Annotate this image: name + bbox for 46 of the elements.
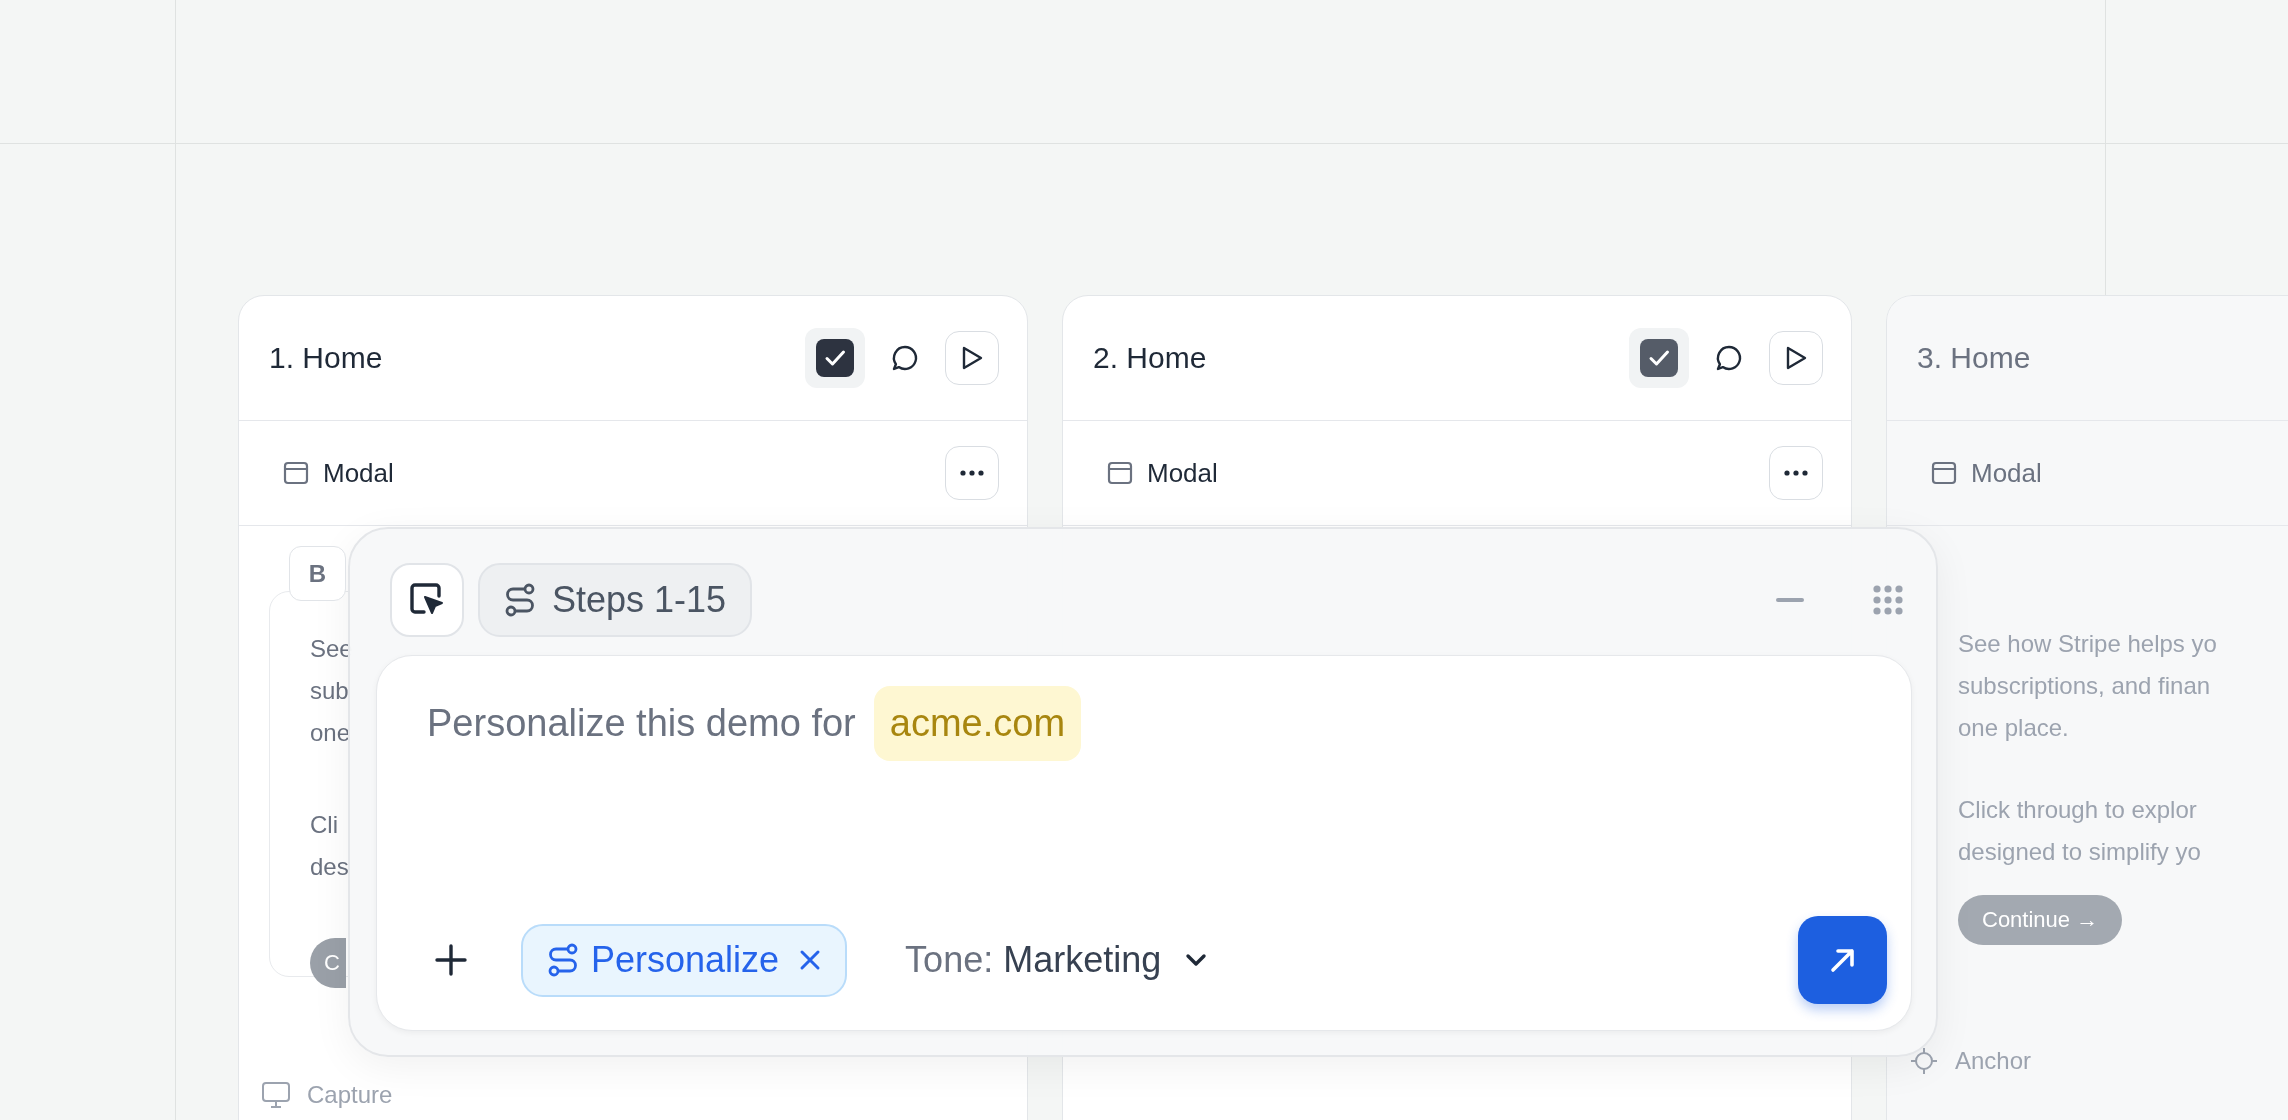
checkbox[interactable] [1629,328,1689,388]
route-icon [547,943,579,977]
route-icon [504,583,536,617]
play-icon [960,345,984,371]
body-text: See how Stripe helps yo [1958,629,2217,659]
body-text: one place. [1958,713,2069,743]
prompt-text: Personalize this demo for [427,702,856,745]
section-label: Modal [1971,457,2043,489]
card-title: 2. Home [1093,341,1208,375]
play-button[interactable] [1769,331,1823,385]
body-text: Click through to explor [1958,795,2197,825]
monitor-icon [261,1081,291,1109]
body-text: designed to simplify yo [1958,837,2201,867]
body-text: Cli [310,810,338,840]
window-icon [1107,460,1133,486]
play-button[interactable] [945,331,999,385]
send-button[interactable] [1798,916,1887,1004]
cursor-select-button[interactable] [390,563,464,637]
more-icon [960,470,984,476]
footer-label[interactable]: Capture [307,1081,393,1109]
body-text: sub [310,676,349,706]
window-icon [283,460,309,486]
continue-button[interactable]: C [310,938,346,988]
section-label: Modal [1147,457,1219,489]
tone-dropdown[interactable]: Tone: Marketing [905,939,1208,981]
body-text: one [310,718,351,748]
checkbox[interactable] [805,328,865,388]
close-icon[interactable] [799,949,822,971]
personalize-chip[interactable]: Personalize [521,923,848,997]
card-title: 1. Home [269,341,384,375]
continue-button[interactable]: Continue → [1958,895,2123,945]
steps-button[interactable]: Steps 1-15 [478,563,753,637]
bold-button[interactable]: B [289,546,346,601]
body-text: des [310,852,349,882]
crosshair-icon [1909,1046,1939,1076]
more-icon [1784,470,1808,476]
more-button[interactable] [945,446,999,500]
body-text: subscriptions, and finan [1958,671,2211,701]
domain-tag[interactable]: acme.com [873,686,1082,761]
more-button[interactable] [1769,446,1823,500]
footer-label[interactable]: Anchor [1955,1047,2032,1075]
chevron-icon [1185,953,1208,967]
section-label: Modal [323,457,395,489]
window-icon [1931,460,1957,486]
play-icon [1784,345,1808,371]
card-title: 3. Home [1917,341,2032,375]
